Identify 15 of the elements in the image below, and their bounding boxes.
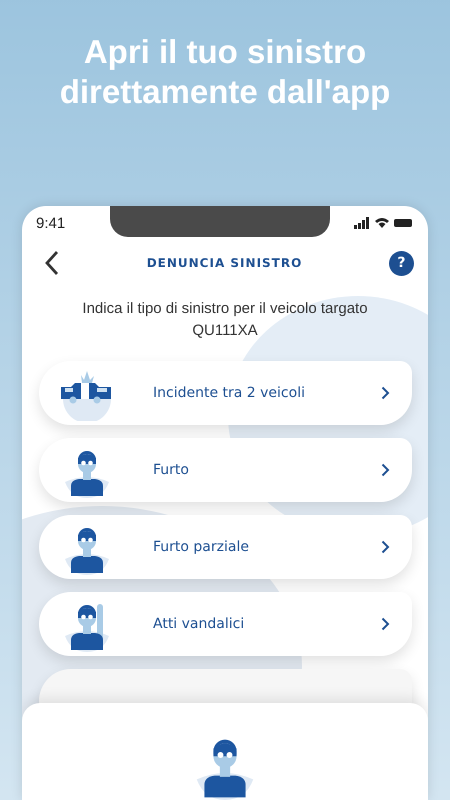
chevron-right-icon (381, 463, 390, 477)
chevron-right-icon (381, 617, 390, 631)
chevron-right-icon (381, 540, 390, 554)
help-button[interactable]: ? (388, 250, 414, 276)
status-time: 9:41 (36, 214, 66, 232)
claim-type-option[interactable]: Furto parziale (39, 515, 412, 579)
back-icon[interactable] (44, 250, 60, 276)
chevron-right-icon (381, 386, 390, 400)
headline: Apri il tuo sinistro direttamente dall'app (58, 32, 392, 112)
claim-type-option[interactable]: Atti vandalici (39, 592, 412, 656)
instruction-text: Indica il tipo di sinistro per il veicolo targato QU111XA (81, 299, 369, 341)
claim-type-option[interactable]: Furto (39, 438, 412, 502)
screen-title: DENUNCIA SINISTRO (146, 256, 302, 270)
status-icons (354, 217, 414, 229)
claim-type-option[interactable]: Incidente tra 2 veicoli (39, 361, 412, 425)
